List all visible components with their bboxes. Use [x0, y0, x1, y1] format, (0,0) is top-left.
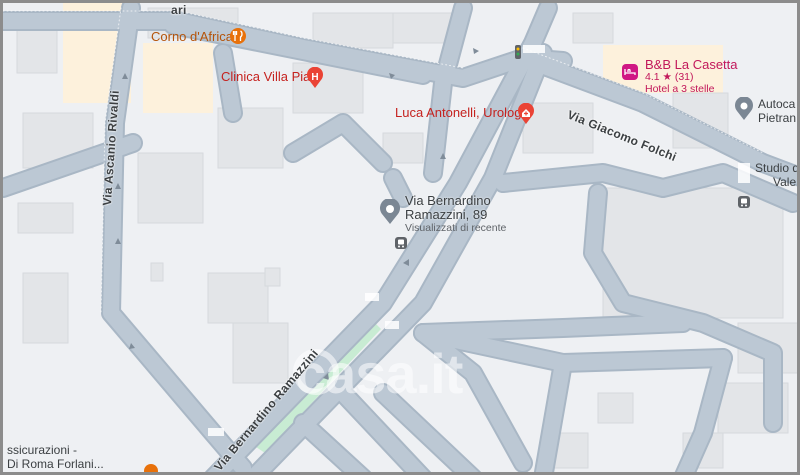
business-pin-icon[interactable]	[734, 97, 754, 121]
place-pin-icon[interactable]	[379, 199, 401, 225]
poi-autoca-line1[interactable]: Autoca	[758, 97, 795, 111]
hotel-icon[interactable]	[621, 63, 639, 81]
poi-clinica-villa-pia-label[interactable]: Clinica Villa Pia	[221, 69, 310, 84]
bus-stop-icon[interactable]	[737, 195, 751, 209]
traffic-light-icon	[515, 45, 521, 59]
bus-stop-icon[interactable]	[394, 236, 408, 250]
svg-text:H: H	[311, 72, 318, 83]
watermark-text: casa.it	[295, 342, 463, 405]
street-label-top: ari	[171, 3, 187, 17]
poi-bb-rating: 4.1 ★ (31)	[645, 71, 694, 83]
poi-autoca-line2[interactable]: Pietran	[758, 111, 796, 125]
poi-assicurazioni-line2[interactable]: Di Roma Forlani...	[7, 457, 104, 471]
orange-poi-icon[interactable]	[143, 463, 159, 475]
medical-icon[interactable]	[517, 103, 535, 125]
poi-bb-la-casetta-label[interactable]: B&B La Casetta	[645, 57, 738, 72]
poi-corno-dafrica-label[interactable]: Corno d'Africa	[151, 29, 233, 44]
poi-bb-type: Hotel a 3 stelle	[645, 83, 715, 95]
map-view[interactable]: casa.it ari Corno d'Africa Clinica Villa…	[0, 0, 800, 475]
hospital-icon[interactable]: H	[306, 67, 324, 89]
place-name-line2[interactable]: Ramazzini, 89	[405, 207, 487, 223]
poi-studio-line1[interactable]: Studio d	[755, 161, 797, 175]
poi-assicurazioni-line1[interactable]: ssicurazioni -	[7, 443, 77, 457]
place-recent-label: Visualizzati di recente	[405, 222, 507, 234]
restaurant-icon[interactable]	[229, 27, 247, 45]
poi-studio-line2[interactable]: Vale	[773, 175, 796, 189]
poi-luca-antonelli-label[interactable]: Luca Antonelli, Urologo	[395, 105, 529, 120]
